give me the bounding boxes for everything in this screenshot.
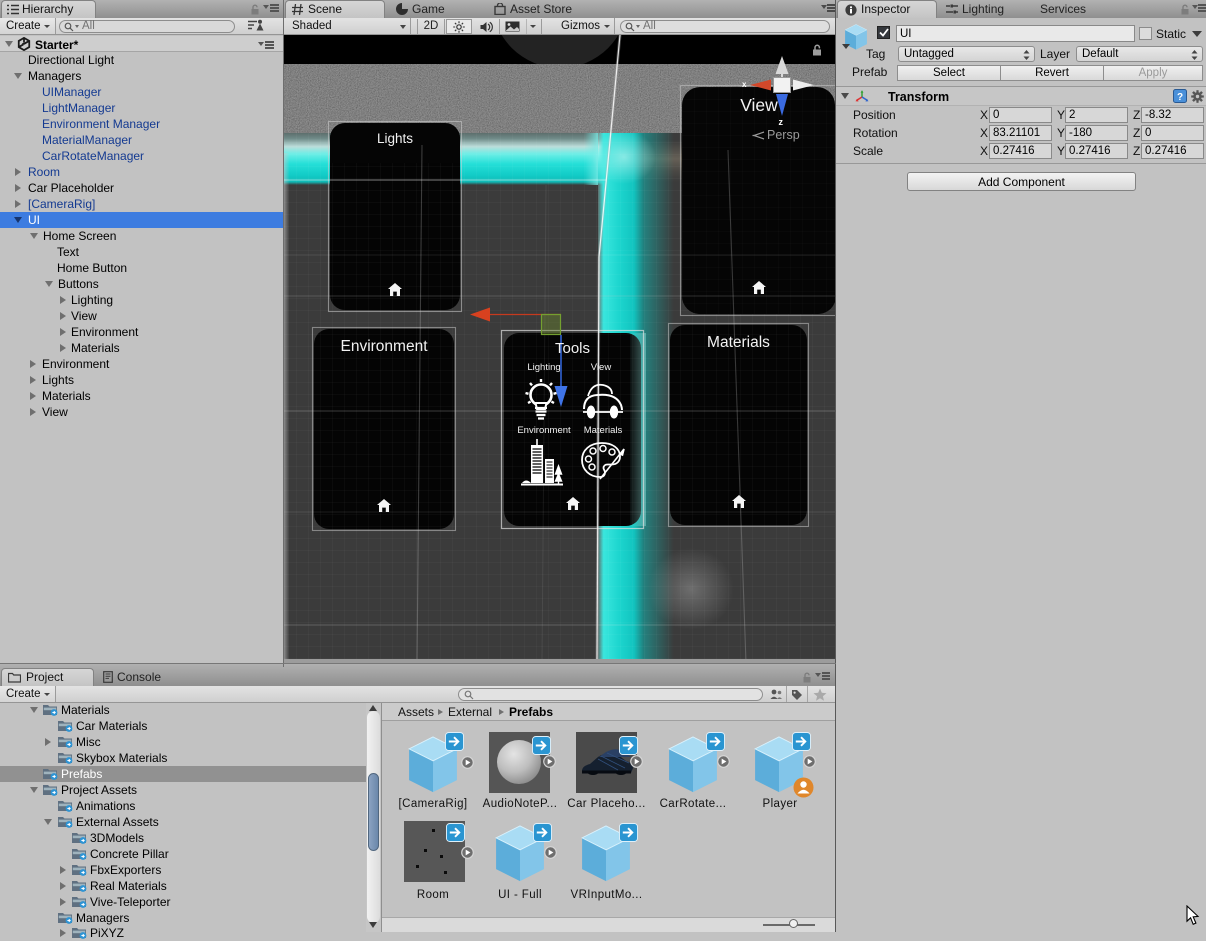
- svg-text:?: ?: [1177, 92, 1183, 103]
